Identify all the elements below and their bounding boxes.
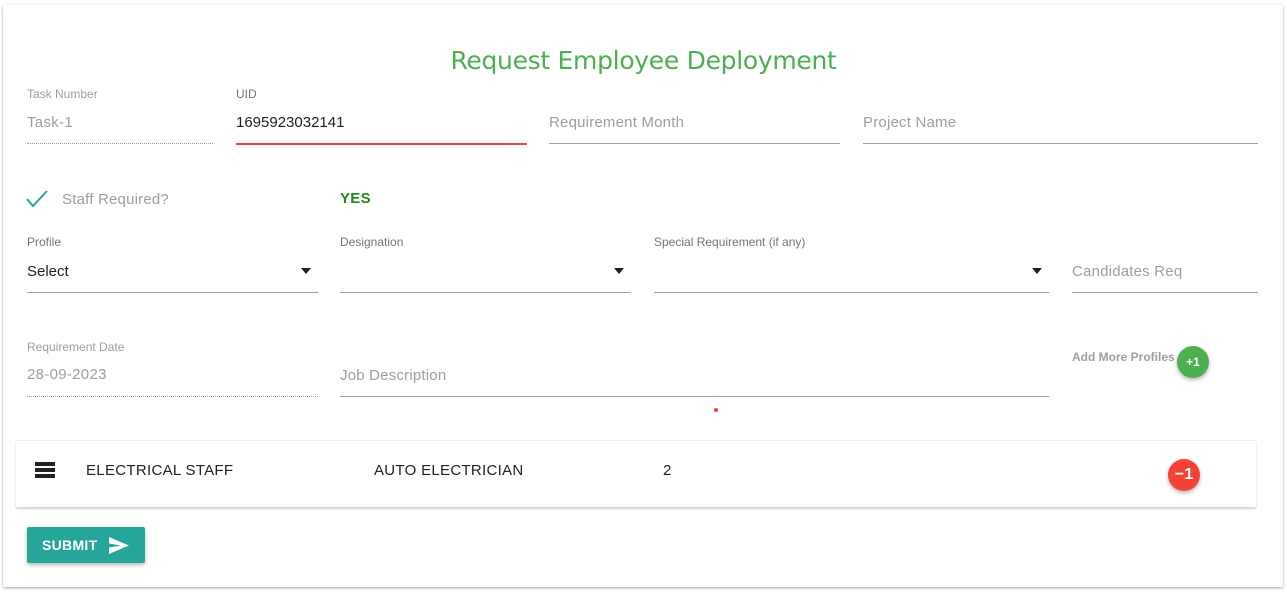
remove-profile-button[interactable]: −1 <box>1168 459 1200 491</box>
task-number-label: Task Number <box>27 87 98 101</box>
requirement-date-label: Requirement Date <box>27 340 125 354</box>
job-description-underline <box>340 396 1049 397</box>
project-name-input[interactable]: Project Name <box>863 114 956 131</box>
add-more-profiles-label: Add More Profiles <box>1072 350 1175 364</box>
designation-underline <box>340 292 631 293</box>
candidates-req-input[interactable]: Candidates Req <box>1072 263 1182 280</box>
candidates-req-underline <box>1072 292 1258 293</box>
staff-required-checkbox-label[interactable]: Staff Required? <box>62 191 169 208</box>
profile-select[interactable]: Select <box>27 263 69 280</box>
requirement-date-underline <box>27 396 318 397</box>
job-description-input[interactable]: Job Description <box>340 367 446 384</box>
staff-required-status: YES <box>340 190 371 207</box>
profile-underline <box>27 292 318 293</box>
uid-underline <box>236 143 527 145</box>
submit-label: SUBMIT <box>42 537 98 553</box>
caret-down-icon[interactable] <box>301 268 311 274</box>
row-profile: ELECTRICAL STAFF <box>86 462 234 479</box>
row-count: 2 <box>663 462 672 479</box>
check-icon[interactable] <box>25 189 49 209</box>
caret-down-icon[interactable] <box>1032 268 1042 274</box>
special-requirement-label: Special Requirement (if any) <box>654 235 806 249</box>
project-name-underline <box>863 143 1258 144</box>
profile-label: Profile <box>27 235 62 249</box>
caret-down-icon[interactable] <box>614 268 624 274</box>
requirement-month-input[interactable]: Requirement Month <box>549 114 684 131</box>
row-designation: AUTO ELECTRICIAN <box>374 462 524 479</box>
page-title: Request Employee Deployment <box>450 46 837 75</box>
designation-label: Designation <box>340 235 404 249</box>
requirement-date-field: 28-09-2023 <box>27 366 107 383</box>
error-dot <box>714 408 718 412</box>
add-profile-button[interactable]: +1 <box>1177 346 1209 378</box>
submit-button[interactable]: SUBMIT <box>27 527 145 563</box>
uid-field[interactable]: 1695923032141 <box>236 114 344 131</box>
uid-label: UID <box>236 87 257 101</box>
special-requirement-underline <box>654 292 1049 293</box>
send-icon <box>109 537 129 554</box>
task-number-field: Task-1 <box>27 114 73 131</box>
task-number-underline <box>27 143 213 144</box>
requirement-month-underline <box>549 143 840 144</box>
list-icon <box>35 462 55 480</box>
